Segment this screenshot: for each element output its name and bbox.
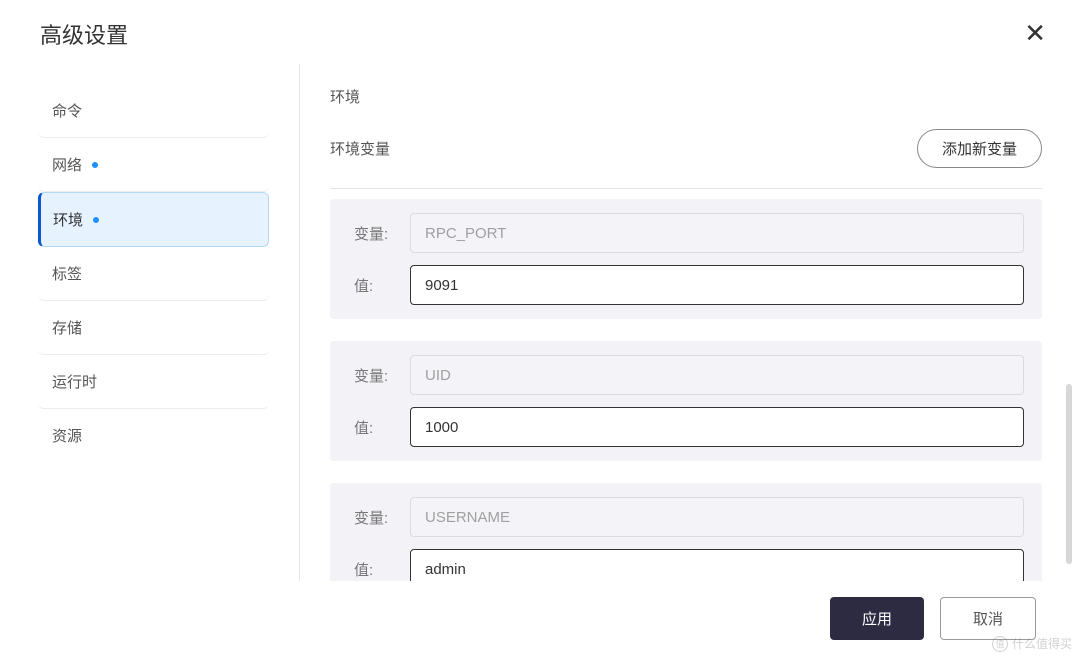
- dialog-body: 命令 网络 环境 标签 存储 运行时 资源 环境: [0, 50, 1080, 581]
- sidebar-item-resources[interactable]: 资源: [38, 409, 269, 462]
- env-var-key-row: 变量:: [354, 497, 1024, 537]
- var-value-label: 值:: [354, 417, 410, 438]
- sidebar-item-storage[interactable]: 存储: [38, 301, 269, 355]
- dialog-header: 高级设置 ✕: [0, 0, 1080, 50]
- var-key-label: 变量:: [354, 507, 410, 528]
- sidebar-item-labels[interactable]: 标签: [38, 247, 269, 301]
- var-value-input[interactable]: [410, 265, 1024, 305]
- sidebar-item-label: 标签: [52, 263, 82, 284]
- sidebar: 命令 网络 环境 标签 存储 运行时 资源: [0, 64, 300, 581]
- content-panel: 环境 环境变量 添加新变量 变量: 值:: [300, 64, 1080, 581]
- sidebar-item-label: 命令: [52, 100, 82, 121]
- env-vars-label: 环境变量: [330, 138, 390, 159]
- var-key-label: 变量:: [354, 365, 410, 386]
- sidebar-item-label: 网络: [52, 154, 82, 175]
- var-key-input[interactable]: [410, 213, 1024, 253]
- var-value-label: 值:: [354, 275, 410, 296]
- sidebar-item-command[interactable]: 命令: [38, 84, 269, 138]
- env-var-value-row: 值:: [354, 265, 1024, 305]
- env-var-card: 变量: 值:: [330, 483, 1042, 581]
- sidebar-item-label: 运行时: [52, 371, 97, 392]
- env-var-card: 变量: 值:: [330, 341, 1042, 461]
- indicator-dot-icon: [93, 217, 99, 223]
- section-title: 环境: [330, 86, 1042, 107]
- env-var-value-row: 值:: [354, 407, 1024, 447]
- sidebar-item-environment[interactable]: 环境: [38, 192, 269, 247]
- sidebar-item-label: 环境: [53, 209, 83, 230]
- env-var-value-row: 值:: [354, 549, 1024, 581]
- advanced-settings-dialog: 高级设置 ✕ 命令 网络 环境 标签 存储 运行时: [0, 0, 1080, 658]
- env-vars-list: 变量: 值: 变量: 值:: [330, 188, 1042, 581]
- var-value-input[interactable]: [410, 549, 1024, 581]
- env-var-card: 变量: 值:: [330, 199, 1042, 319]
- var-key-input[interactable]: [410, 497, 1024, 537]
- var-key-input[interactable]: [410, 355, 1024, 395]
- dialog-footer: 应用 取消 值 什么值得买: [0, 581, 1080, 658]
- env-var-key-row: 变量:: [354, 355, 1024, 395]
- env-var-key-row: 变量:: [354, 213, 1024, 253]
- var-key-label: 变量:: [354, 223, 410, 244]
- var-value-input[interactable]: [410, 407, 1024, 447]
- add-variable-button[interactable]: 添加新变量: [917, 129, 1042, 168]
- var-value-label: 值:: [354, 559, 410, 580]
- indicator-dot-icon: [92, 162, 98, 168]
- apply-button[interactable]: 应用: [830, 597, 924, 640]
- close-icon[interactable]: ✕: [1018, 18, 1052, 48]
- dialog-title: 高级设置: [40, 18, 128, 50]
- sidebar-item-label: 资源: [52, 425, 82, 446]
- sidebar-item-label: 存储: [52, 317, 82, 338]
- scrollbar[interactable]: [1066, 384, 1072, 564]
- cancel-button[interactable]: 取消: [940, 597, 1036, 640]
- sidebar-item-network[interactable]: 网络: [38, 138, 269, 192]
- env-vars-header: 环境变量 添加新变量: [330, 129, 1042, 168]
- sidebar-item-runtime[interactable]: 运行时: [38, 355, 269, 409]
